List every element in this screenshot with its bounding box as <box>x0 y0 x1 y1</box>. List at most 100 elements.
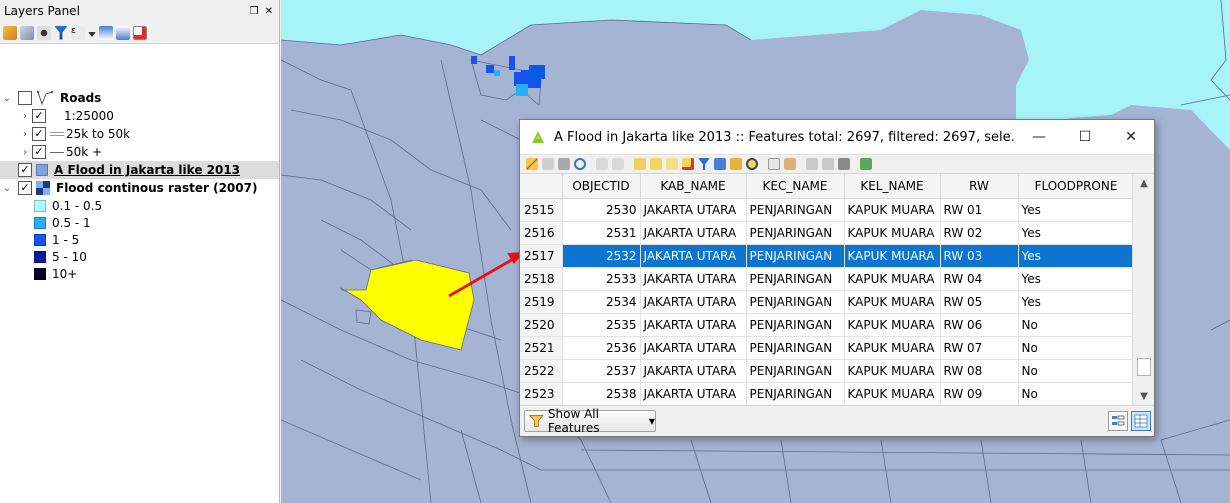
class-visibility-checkbox[interactable]: ✓ <box>32 109 46 123</box>
pan-to-selected-icon[interactable] <box>730 158 742 170</box>
cell-rw[interactable]: RW 07 <box>940 336 1019 360</box>
column-header-rw[interactable]: RW <box>940 174 1019 199</box>
row-header[interactable]: 2515 <box>520 198 563 222</box>
cell-kel-name[interactable]: KAPUK MUARA <box>844 313 941 337</box>
row-header[interactable]: 2522 <box>520 359 563 383</box>
column-header-floodprone[interactable]: FLOODPRONE <box>1018 174 1135 199</box>
toggle-editing-icon[interactable] <box>526 158 538 170</box>
float-panel-icon[interactable]: ❐ <box>250 6 259 17</box>
cell-kel-name[interactable]: KAPUK MUARA <box>844 267 941 291</box>
layer-visibility-checkbox[interactable]: ✓ <box>18 181 32 195</box>
close-panel-icon[interactable]: ✕ <box>265 6 273 17</box>
scrollbar-thumb[interactable] <box>1137 358 1151 376</box>
cell-floodprone[interactable]: Yes <box>1018 267 1135 291</box>
cell-kel-name[interactable]: KAPUK MUARA <box>844 382 941 406</box>
move-selection-top-icon[interactable] <box>714 158 726 170</box>
expand-chevron-icon[interactable]: ⌄ <box>0 93 14 104</box>
layer-flood-raster-2007[interactable]: ⌄ ✓ Flood continous raster (2007) <box>0 179 279 197</box>
copy-rows-icon[interactable] <box>768 158 780 170</box>
remove-layer-icon[interactable] <box>133 25 147 40</box>
cell-floodprone[interactable]: Yes <box>1018 198 1135 222</box>
cell-kel-name[interactable]: KAPUK MUARA <box>844 336 941 360</box>
class-visibility-checkbox[interactable]: ✓ <box>32 127 46 141</box>
roads-class-25k-50k[interactable]: › ✓ 25k to 50k <box>0 125 279 143</box>
cell-kab-name[interactable]: JAKARTA UTARA <box>640 313 747 337</box>
cell-objectid[interactable]: 2536 <box>562 336 641 360</box>
cell-kab-name[interactable]: JAKARTA UTARA <box>640 290 747 314</box>
collapse-chevron-icon[interactable]: › <box>18 129 32 140</box>
roads-class-1-25000[interactable]: › ✓ 1:25000 <box>0 107 279 125</box>
table-view-button[interactable] <box>1131 411 1151 431</box>
cell-rw[interactable]: RW 09 <box>940 382 1019 406</box>
expand-all-icon[interactable] <box>99 25 113 40</box>
conditional-formatting-icon[interactable] <box>860 158 872 170</box>
layer-visibility-checkbox[interactable]: ✓ <box>18 163 32 177</box>
table-row[interactable]: 2515 2530 JAKARTA UTARA PENJARINGAN KAPUK MU… <box>520 198 1135 222</box>
minimize-button[interactable]: — <box>1016 120 1062 154</box>
row-header[interactable]: 2520 <box>520 313 563 337</box>
dropdown-arrow-icon[interactable] <box>88 32 96 37</box>
attribute-table-window[interactable]: A Flood in Jakarta like 2013 :: Features… <box>519 119 1155 437</box>
show-all-features-button[interactable]: Show All Features ▼ <box>524 407 656 435</box>
delete-field-icon[interactable] <box>822 158 834 170</box>
cell-objectid[interactable]: 2531 <box>562 221 641 245</box>
new-field-icon[interactable] <box>806 158 818 170</box>
add-group-icon[interactable] <box>20 25 34 40</box>
add-feature-icon[interactable] <box>596 158 608 170</box>
cell-kel-name[interactable]: KAPUK MUARA <box>844 359 941 383</box>
collapse-chevron-icon[interactable]: › <box>18 111 32 122</box>
select-by-expression-icon[interactable] <box>634 158 646 170</box>
column-header-kab-name[interactable]: KAB_NAME <box>640 174 747 199</box>
deselect-all-icon[interactable] <box>682 158 694 170</box>
vertical-scrollbar[interactable]: ▲ ▼ <box>1132 174 1154 407</box>
cell-rw[interactable]: RW 03 <box>940 244 1019 268</box>
cell-objectid[interactable]: 2538 <box>562 382 641 406</box>
cell-kel-name[interactable]: KAPUK MUARA <box>844 221 941 245</box>
cell-floodprone[interactable]: Yes <box>1018 244 1135 268</box>
cell-rw[interactable]: RW 04 <box>940 267 1019 291</box>
cell-kel-name[interactable]: KAPUK MUARA <box>844 198 941 222</box>
expand-chevron-icon[interactable]: ⌄ <box>0 183 14 194</box>
roads-class-50k-plus[interactable]: › ✓ 50k + <box>0 143 279 161</box>
cell-kec-name[interactable]: PENJARINGAN <box>746 267 845 291</box>
cell-objectid[interactable]: 2537 <box>562 359 641 383</box>
layer-flood-jakarta-2013[interactable]: ✓ A Flood in Jakarta like 2013 <box>0 161 279 179</box>
table-row[interactable]: 2517 2532 JAKARTA UTARA PENJARINGAN KAPUK MU… <box>520 244 1135 268</box>
cell-kec-name[interactable]: PENJARINGAN <box>746 198 845 222</box>
cell-floodprone[interactable]: Yes <box>1018 290 1135 314</box>
layer-roads[interactable]: ⌄ Roads <box>0 89 279 107</box>
cell-floodprone[interactable]: Yes <box>1018 221 1135 245</box>
cell-floodprone[interactable]: No <box>1018 382 1135 406</box>
invert-selection-icon[interactable] <box>666 158 678 170</box>
cell-objectid[interactable]: 2534 <box>562 290 641 314</box>
zoom-to-selected-icon[interactable] <box>746 158 758 170</box>
row-header[interactable]: 2523 <box>520 382 563 406</box>
cell-rw[interactable]: RW 02 <box>940 221 1019 245</box>
select-all-icon[interactable] <box>650 158 662 170</box>
save-edits-icon[interactable] <box>558 158 570 170</box>
cell-kab-name[interactable]: JAKARTA UTARA <box>640 382 747 406</box>
cell-rw[interactable]: RW 05 <box>940 290 1019 314</box>
cell-floodprone[interactable]: No <box>1018 313 1135 337</box>
attribute-table-grid[interactable]: OBJECTID KAB_NAME KEC_NAME KEL_NAME RW F… <box>520 174 1154 407</box>
row-header[interactable]: 2517 <box>520 244 563 268</box>
table-row[interactable]: 2523 2538 JAKARTA UTARA PENJARINGAN KAPUK MU… <box>520 382 1135 406</box>
cell-kab-name[interactable]: JAKARTA UTARA <box>640 244 747 268</box>
corner-header[interactable] <box>520 174 563 199</box>
cell-kec-name[interactable]: PENJARINGAN <box>746 244 845 268</box>
cell-kab-name[interactable]: JAKARTA UTARA <box>640 267 747 291</box>
table-row[interactable]: 2521 2536 JAKARTA UTARA PENJARINGAN KAPUK MU… <box>520 336 1135 360</box>
form-view-button[interactable] <box>1108 411 1128 431</box>
cell-kec-name[interactable]: PENJARINGAN <box>746 290 845 314</box>
column-header-objectid[interactable]: OBJECTID <box>562 174 641 199</box>
style-manager-icon[interactable] <box>3 25 17 40</box>
cell-objectid[interactable]: 2533 <box>562 267 641 291</box>
column-header-kel-name[interactable]: KEL_NAME <box>844 174 941 199</box>
cell-kel-name[interactable]: KAPUK MUARA <box>844 290 941 314</box>
cell-kab-name[interactable]: JAKARTA UTARA <box>640 359 747 383</box>
row-header[interactable]: 2521 <box>520 336 563 360</box>
cell-kec-name[interactable]: PENJARINGAN <box>746 336 845 360</box>
table-row[interactable]: 2520 2535 JAKARTA UTARA PENJARINGAN KAPUK MU… <box>520 313 1135 337</box>
cell-rw[interactable]: RW 08 <box>940 359 1019 383</box>
cell-objectid[interactable]: 2532 <box>562 244 641 268</box>
